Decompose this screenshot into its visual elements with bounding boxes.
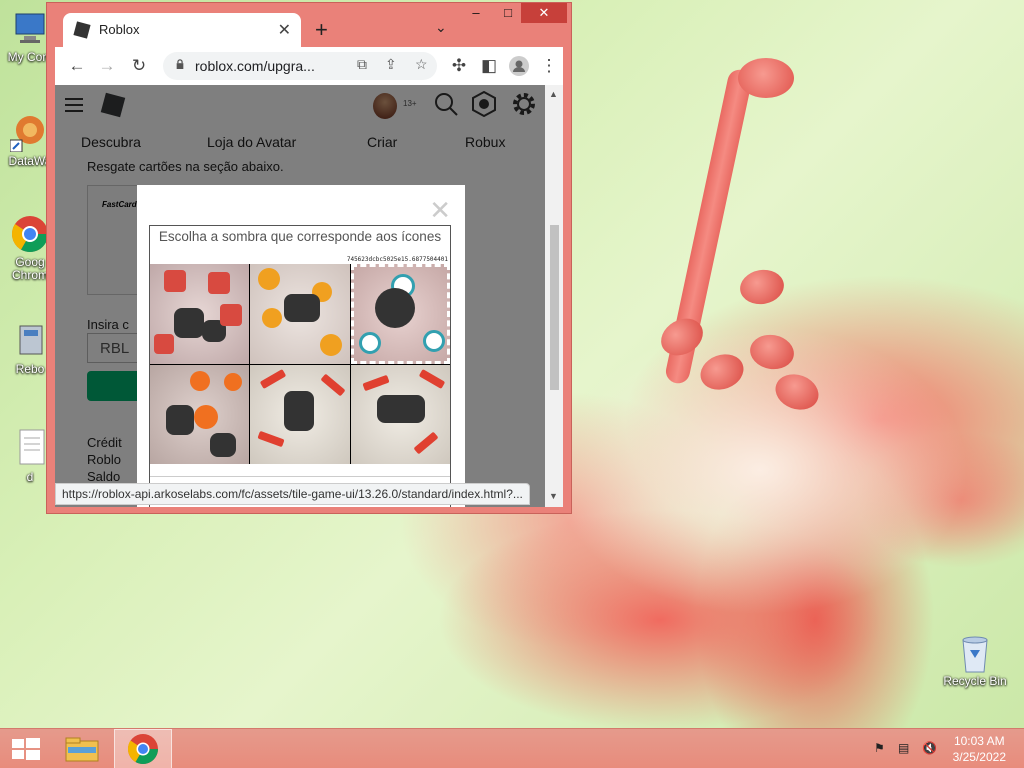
computer-icon (10, 8, 50, 48)
taskbar-chrome[interactable] (114, 729, 172, 768)
link-status-bar: https://roblox-api.arkoselabs.com/fc/ass… (55, 483, 530, 505)
windows-logo-icon (12, 738, 40, 760)
forward-arrow-icon[interactable]: → (95, 54, 119, 78)
browser-menu-icon[interactable]: ⋮ (537, 54, 561, 78)
page-viewport: 13+ Descubra Loja do Avatar Criar Robux … (55, 85, 545, 507)
start-button[interactable] (0, 729, 54, 768)
lock-icon (176, 59, 184, 69)
tab-strip: Roblox ✕ + ⌄ – □ ✕ (47, 3, 571, 47)
browser-window[interactable]: Roblox ✕ + ⌄ – □ ✕ ← → ↻ roblox.com/upgr… (46, 2, 572, 514)
captcha-tile-grid (150, 264, 450, 464)
browser-toolbar: ← → ↻ roblox.com/upgra... ⧉ ⇪ ☆ ✣ ◧ ⋮ (55, 47, 563, 85)
flower-stamen (770, 368, 824, 416)
profile-avatar-icon[interactable] (507, 54, 531, 78)
captcha-prompt: Escolha a sombra que corresponde aos íco… (158, 229, 442, 244)
clock-time: 10:03 AM (953, 734, 1005, 748)
maximize-button[interactable]: □ (493, 3, 523, 23)
close-window-button[interactable]: ✕ (521, 3, 567, 23)
translate-icon[interactable]: ⧉ (357, 56, 367, 73)
share-icon[interactable]: ⇪ (385, 56, 397, 73)
chrome-icon (10, 214, 50, 254)
chrome-icon (127, 734, 158, 765)
back-arrow-icon[interactable]: ← (65, 54, 89, 78)
extensions-puzzle-icon[interactable]: ✣ (447, 54, 471, 78)
scroll-down-arrow-icon[interactable]: ▼ (549, 491, 558, 501)
captcha-tile-1[interactable] (150, 264, 250, 364)
system-clock[interactable]: 10:03 AM 3/25/2022 (953, 733, 1006, 765)
page-scrollbar[interactable]: ▲ ▼ (545, 85, 563, 507)
flower-stigma (738, 58, 794, 98)
captcha-divider (150, 476, 450, 477)
roblox-favicon-icon (73, 21, 91, 39)
tab-close-icon[interactable]: ✕ (278, 20, 291, 40)
flower-stamen (695, 348, 749, 396)
volume-muted-icon[interactable]: 🔇 (922, 741, 938, 757)
tab-search-chevron-icon[interactable]: ⌄ (435, 19, 447, 36)
captcha-frame: Escolha a sombra que corresponde aos íco… (149, 225, 451, 507)
document-icon (10, 428, 50, 468)
captcha-tile-3[interactable] (350, 264, 450, 364)
taskbar-file-explorer[interactable] (56, 729, 110, 768)
captcha-modal: ✕ Escolha a sombra que corresponde aos í… (137, 185, 465, 507)
reboot-icon (10, 320, 50, 360)
side-panel-icon[interactable]: ◧ (477, 54, 501, 78)
desktop-icon-recycle-bin[interactable]: Recycle Bin (942, 632, 1008, 688)
address-bar[interactable]: roblox.com/upgra... ⧉ ⇪ ☆ (163, 52, 437, 80)
flower-stamen (747, 331, 797, 373)
new-tab-button[interactable]: + (315, 17, 328, 43)
bookmark-star-icon[interactable]: ☆ (415, 56, 428, 73)
captcha-tile-5[interactable] (250, 364, 350, 464)
clock-date: 3/25/2022 (952, 750, 1006, 764)
scroll-up-arrow-icon[interactable]: ▲ (549, 89, 558, 99)
tab-title: Roblox (99, 22, 140, 37)
url-text[interactable]: roblox.com/upgra... (195, 58, 345, 74)
network-icon[interactable]: ▤ (898, 741, 914, 757)
tab-roblox[interactable]: Roblox ✕ (63, 13, 301, 47)
folder-icon (65, 737, 99, 762)
datawarp-icon (9, 112, 50, 153)
taskbar: ⚑ ▤ 🔇 10:03 AM 3/25/2022 (0, 728, 1024, 768)
scrollbar-thumb[interactable] (550, 225, 559, 390)
captcha-token: 745623dcbc5025e15.6877504401 (346, 256, 448, 263)
reload-icon[interactable]: ↻ (127, 54, 151, 78)
action-center-flag-icon[interactable]: ⚑ (874, 741, 890, 757)
captcha-tile-6[interactable] (350, 364, 450, 464)
captcha-tile-2[interactable] (250, 264, 350, 364)
close-icon[interactable]: ✕ (429, 195, 451, 226)
captcha-tile-4[interactable] (150, 364, 250, 464)
minimize-button[interactable]: – (461, 3, 491, 23)
desktop-icon-label: Recycle Bin (943, 674, 1007, 688)
flower-stamen (737, 266, 787, 308)
recycle-bin-icon (955, 632, 995, 673)
